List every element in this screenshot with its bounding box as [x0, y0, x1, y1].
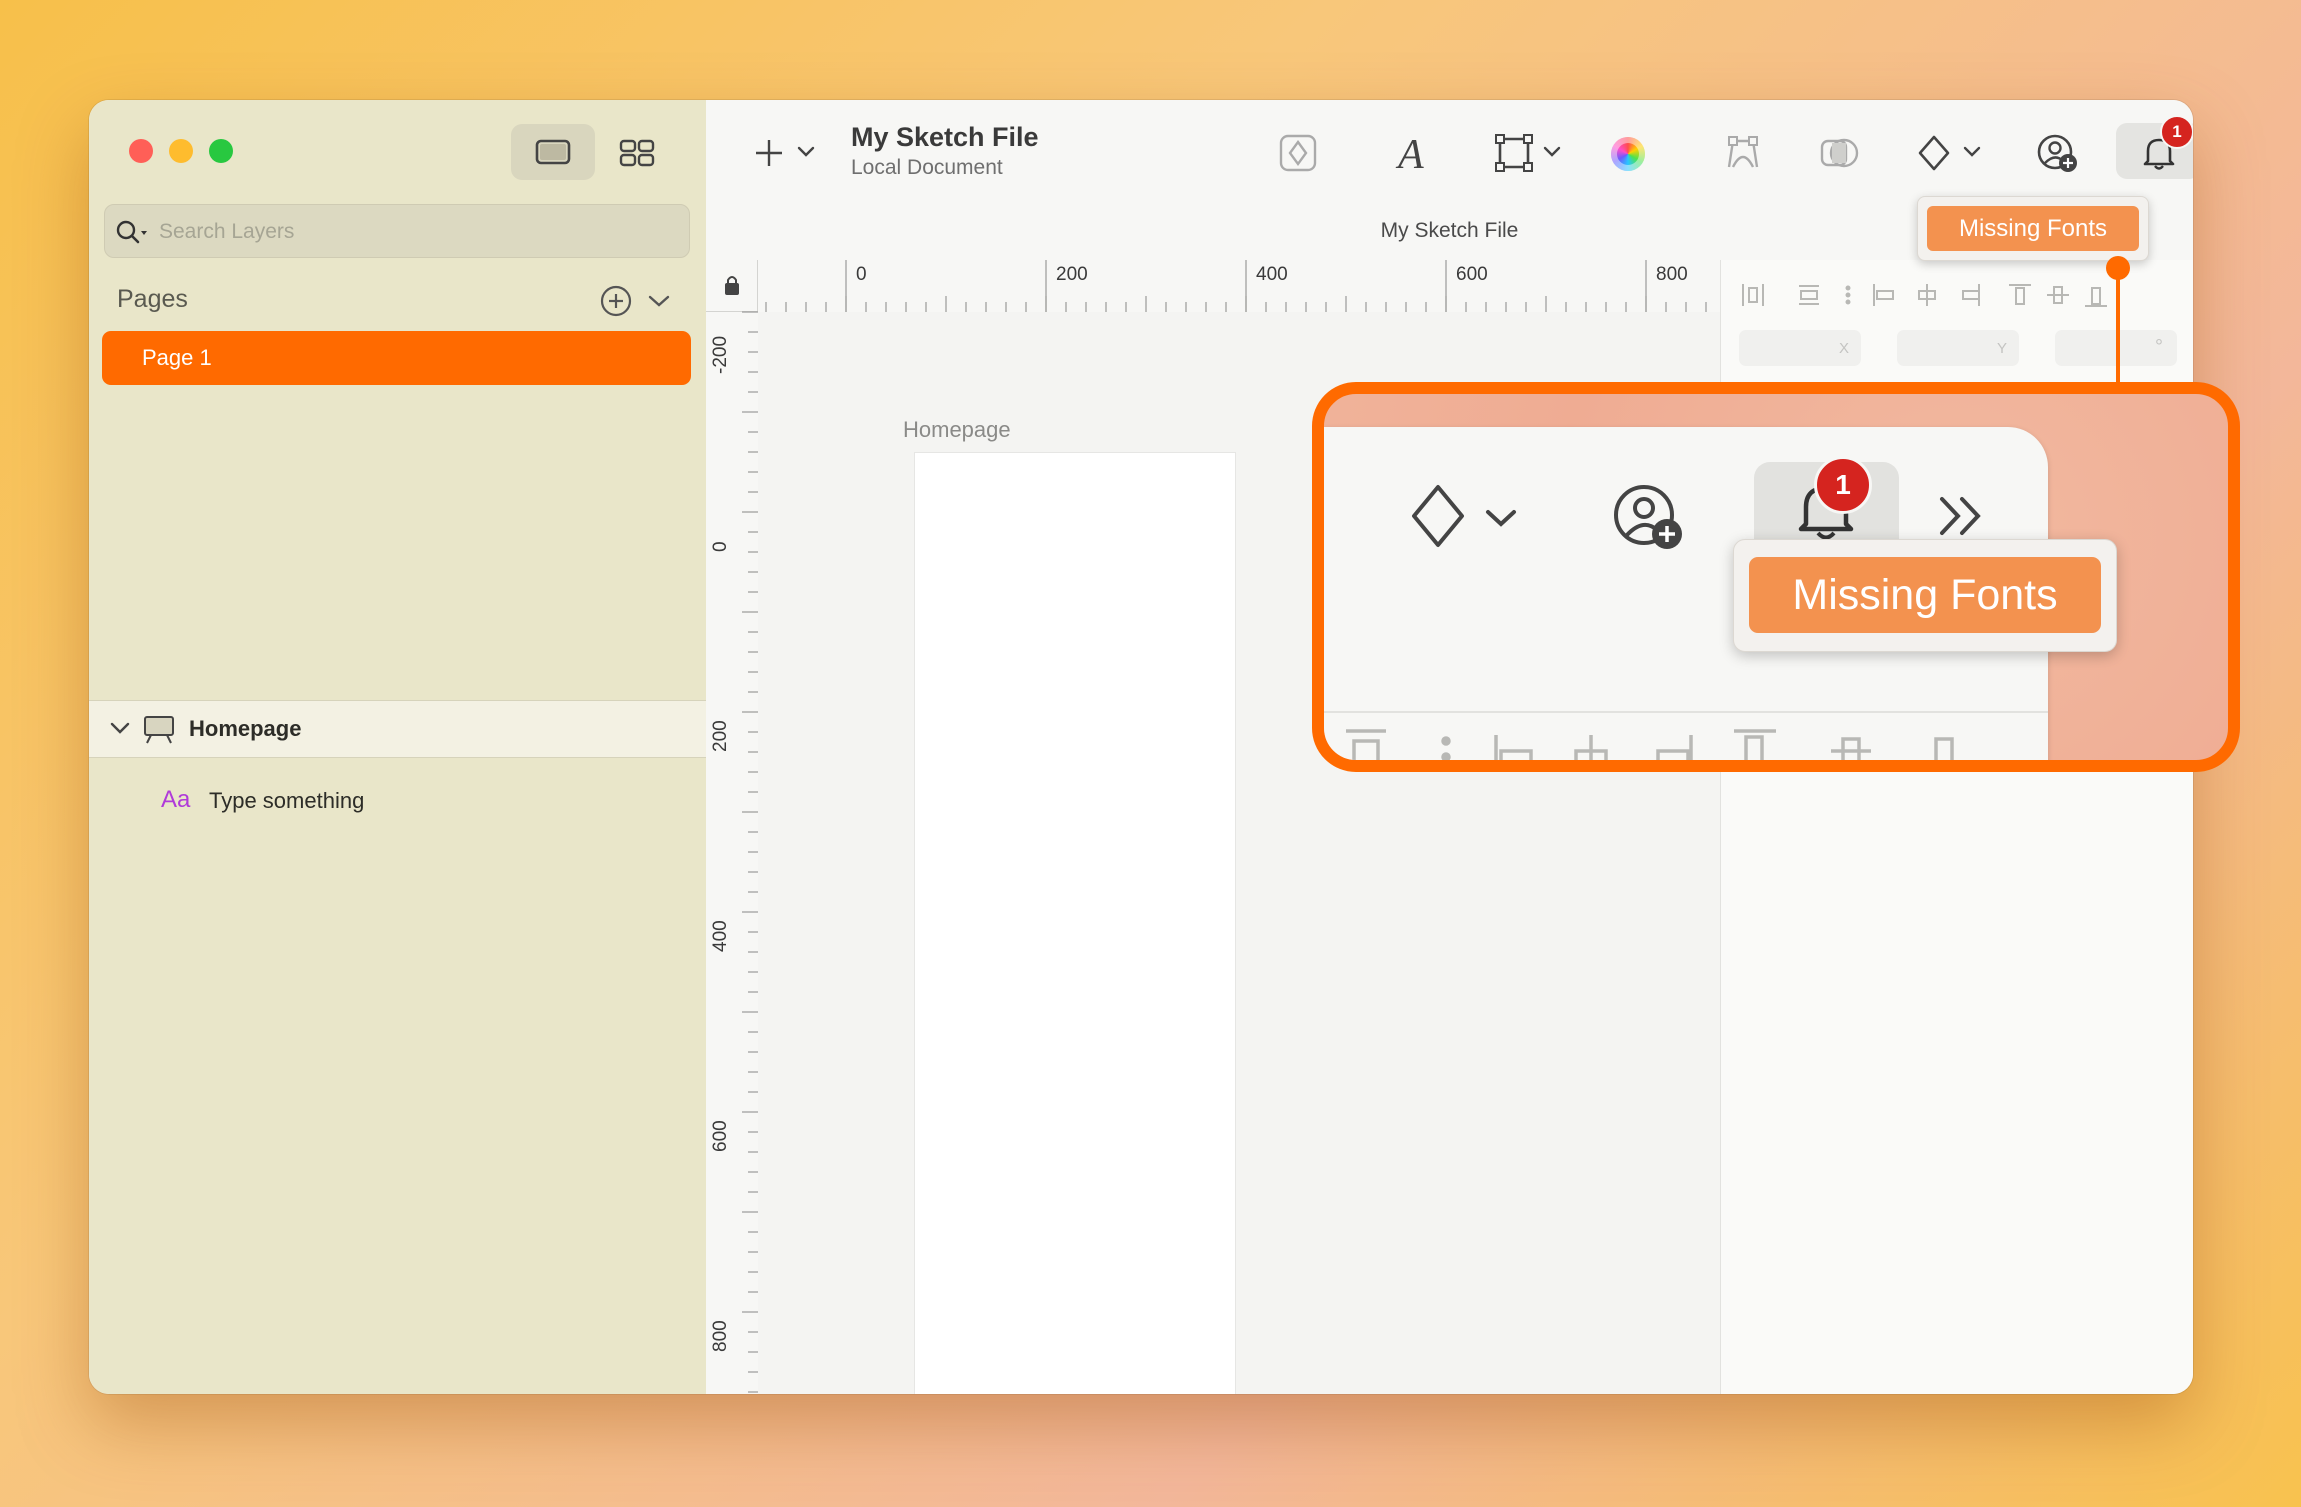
artboard-icon	[144, 716, 174, 744]
ruler-label: 400	[1256, 264, 1288, 285]
document-title: My Sketch File	[851, 122, 1039, 152]
canvas-view-icon	[535, 139, 571, 165]
horizontal-ruler-ticks	[765, 260, 1707, 312]
layer-row-homepage[interactable]: Homepage	[89, 700, 706, 758]
search-icon	[116, 220, 147, 244]
horizontal-ruler[interactable]: 0 200 400 600 800	[758, 260, 1720, 313]
text-layer-icon: Aa	[161, 786, 191, 813]
search-placeholder: Search Layers	[159, 220, 295, 243]
ruler-corner[interactable]	[706, 260, 758, 312]
zoom-divider	[1324, 711, 2048, 713]
ruler-label: 800	[1656, 264, 1688, 285]
zoom-callout: 1 Missing Fonts	[1312, 382, 2240, 772]
svg-text:A: A	[1395, 132, 1424, 178]
pages-collapse-chevron-icon[interactable]	[647, 292, 671, 310]
edit-vector-icon[interactable]	[1723, 133, 1763, 173]
alignment-toolbar[interactable]	[1739, 280, 2179, 310]
notifications-button[interactable]: 1	[2116, 115, 2193, 179]
create-symbol-icon[interactable]	[1278, 133, 1318, 173]
close-window-button[interactable]	[129, 139, 153, 163]
notification-badge: 1	[2160, 115, 2193, 149]
insert-plus-icon[interactable]	[752, 136, 786, 170]
ruler-label: 200	[1056, 264, 1088, 285]
document-subtitle: Local Document	[851, 156, 1003, 179]
ruler-label: 0	[856, 264, 867, 285]
search-input[interactable]: Search Layers	[104, 204, 690, 258]
zoom-invite-user-icon	[1614, 485, 1682, 549]
zoom-chevron-icon	[1486, 510, 1516, 527]
callout-connector	[2116, 266, 2120, 384]
ruler-label: 200	[710, 720, 731, 752]
zoom-notification-badge: 1	[1814, 456, 1872, 514]
callout-connector-dot	[2106, 256, 2130, 280]
x-position-field[interactable]: X	[1739, 330, 1861, 366]
missing-fonts-label[interactable]: Missing Fonts	[1927, 206, 2139, 251]
vertical-ruler-ticks	[742, 311, 758, 1393]
zoom-window-button[interactable]	[209, 139, 233, 163]
x-label: X	[1838, 340, 1849, 357]
chevron-down-icon[interactable]	[109, 719, 131, 739]
canvas-view-button[interactable]	[511, 124, 595, 180]
y-label: Y	[1996, 340, 2007, 357]
symbols-chevron-icon[interactable]	[1962, 144, 1982, 160]
y-position-field[interactable]: Y	[1897, 330, 2019, 366]
grid-view-icon	[619, 139, 655, 167]
symbols-icon[interactable]	[1916, 133, 1952, 173]
zoom-missing-fonts-label: Missing Fonts	[1749, 557, 2101, 633]
components-view-button[interactable]	[595, 124, 679, 180]
zoom-missing-fonts-tooltip: Missing Fonts	[1733, 539, 2117, 652]
mask-icon[interactable]	[1818, 135, 1862, 171]
layer-name: Homepage	[189, 716, 302, 741]
zoom-symbols-icon	[1412, 485, 1464, 547]
page-item-page-1[interactable]: Page 1	[102, 331, 691, 385]
frame-chevron-icon[interactable]	[1542, 144, 1562, 160]
ruler-label: 600	[1456, 264, 1488, 285]
rotation-label: °	[2155, 336, 2163, 358]
minimize-window-button[interactable]	[169, 139, 193, 163]
ruler-label: 800	[710, 1320, 731, 1352]
lock-icon[interactable]	[724, 274, 740, 296]
missing-fonts-tooltip[interactable]: Missing Fonts	[1917, 196, 2149, 261]
text-tool-icon[interactable]: A	[1394, 130, 1430, 178]
layer-item-type-something[interactable]: Type something	[209, 788, 364, 814]
sidebar: Search Layers Pages Page 1 Homepage Aa T…	[89, 100, 707, 1394]
ruler-label: 0	[710, 541, 731, 552]
artboard[interactable]	[915, 453, 1235, 1394]
artboard-label[interactable]: Homepage	[903, 417, 1011, 443]
vertical-ruler[interactable]: -200 0 200 400 600 800	[706, 311, 759, 1394]
insert-chevron-icon[interactable]	[796, 144, 816, 160]
ruler-label: 400	[710, 920, 731, 952]
ruler-label: -200	[710, 335, 731, 374]
frame-tool-icon[interactable]	[1494, 133, 1534, 173]
ruler-label: 600	[710, 1120, 731, 1152]
pages-heading: Pages	[117, 285, 188, 313]
zoom-alignment-row	[1346, 729, 1954, 760]
invite-user-icon[interactable]	[2036, 133, 2080, 175]
add-page-icon[interactable]	[599, 284, 633, 318]
color-picker-icon[interactable]	[1611, 137, 1645, 171]
zoom-more-chevron-icon	[1940, 497, 1981, 535]
